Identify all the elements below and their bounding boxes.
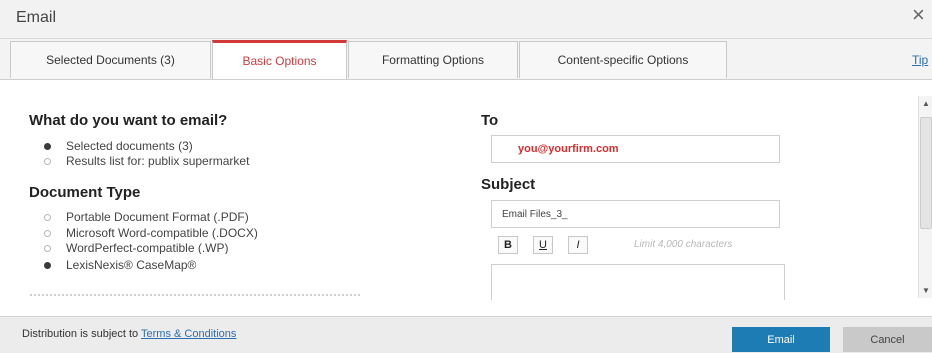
radio-results-list[interactable]: Results list for: publix supermarket bbox=[44, 154, 249, 168]
terms-conditions-link[interactable]: Terms & Conditions bbox=[141, 328, 236, 340]
radio-label: Selected documents (3) bbox=[66, 139, 193, 153]
radio-selected-icon bbox=[44, 142, 51, 150]
content-fade-divider bbox=[30, 294, 360, 299]
radio-wp[interactable]: WordPerfect-compatible (.WP) bbox=[44, 242, 229, 254]
radio-pdf[interactable]: Portable Document Format (.PDF) bbox=[44, 210, 249, 224]
scroll-up-arrow-icon[interactable]: ▲ bbox=[922, 99, 930, 108]
to-input[interactable]: you@yourfirm.com bbox=[491, 135, 780, 163]
radio-docx[interactable]: Microsoft Word-compatible (.DOCX) bbox=[44, 226, 258, 240]
bold-button[interactable]: B bbox=[498, 236, 518, 254]
tab-selected-documents[interactable]: Selected Documents (3) bbox=[10, 41, 211, 78]
radio-unselected-icon bbox=[44, 157, 51, 165]
radio-unselected-icon bbox=[44, 229, 51, 237]
radio-label: LexisNexis® CaseMap® bbox=[66, 258, 197, 272]
radio-selected-documents[interactable]: Selected documents (3) bbox=[44, 139, 193, 153]
dialog-title: Email bbox=[16, 9, 57, 26]
email-button[interactable]: Email bbox=[732, 327, 830, 352]
subject-label: Subject bbox=[481, 176, 536, 193]
subject-input[interactable]: Email Files_3_ bbox=[491, 200, 780, 228]
cancel-button[interactable]: Cancel bbox=[843, 327, 932, 352]
tab-basic-options[interactable]: Basic Options bbox=[212, 40, 347, 79]
radio-label: Portable Document Format (.PDF) bbox=[66, 210, 249, 224]
tab-formatting-options[interactable]: Formatting Options bbox=[348, 41, 518, 78]
underline-button[interactable]: U bbox=[533, 236, 553, 254]
radio-selected-icon bbox=[44, 261, 51, 269]
scrollbar-thumb[interactable] bbox=[920, 117, 932, 229]
italic-button[interactable]: I bbox=[568, 236, 588, 254]
to-label: To bbox=[481, 112, 499, 129]
tips-link[interactable]: Tip bbox=[912, 53, 928, 67]
what-to-email-heading: What do you want to email? bbox=[29, 112, 228, 129]
radio-label: Results list for: publix supermarket bbox=[66, 154, 250, 168]
radio-label: WordPerfect-compatible (.WP) bbox=[66, 242, 229, 254]
distribution-notice: Distribution is subject to Terms & Condi… bbox=[22, 328, 236, 340]
radio-unselected-icon bbox=[44, 244, 51, 252]
scroll-down-arrow-icon[interactable]: ▼ bbox=[922, 286, 930, 295]
document-type-heading: Document Type bbox=[29, 184, 141, 201]
dialog-title-bar bbox=[0, 0, 932, 39]
message-body-textarea[interactable] bbox=[491, 264, 785, 300]
radio-casemap[interactable]: LexisNexis® CaseMap® bbox=[44, 258, 196, 272]
radio-label: Microsoft Word-compatible (.DOCX) bbox=[66, 226, 258, 240]
distribution-text: Distribution is subject to bbox=[22, 328, 139, 340]
tab-content-specific-options[interactable]: Content-specific Options bbox=[519, 41, 727, 78]
character-limit-hint: Limit 4,000 characters bbox=[634, 239, 733, 250]
radio-unselected-icon bbox=[44, 213, 51, 221]
close-icon[interactable]: × bbox=[912, 4, 925, 26]
